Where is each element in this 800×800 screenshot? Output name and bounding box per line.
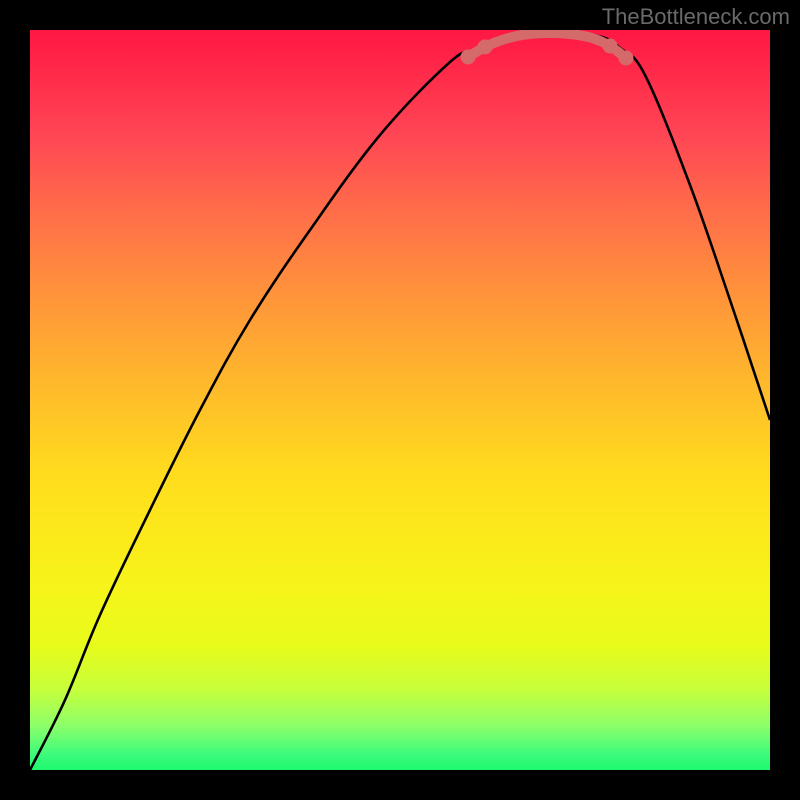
chart-svg — [30, 30, 770, 770]
bottleneck-curve — [30, 31, 770, 770]
watermark-text: TheBottleneck.com — [602, 4, 790, 30]
chart-plot-area — [30, 30, 770, 770]
